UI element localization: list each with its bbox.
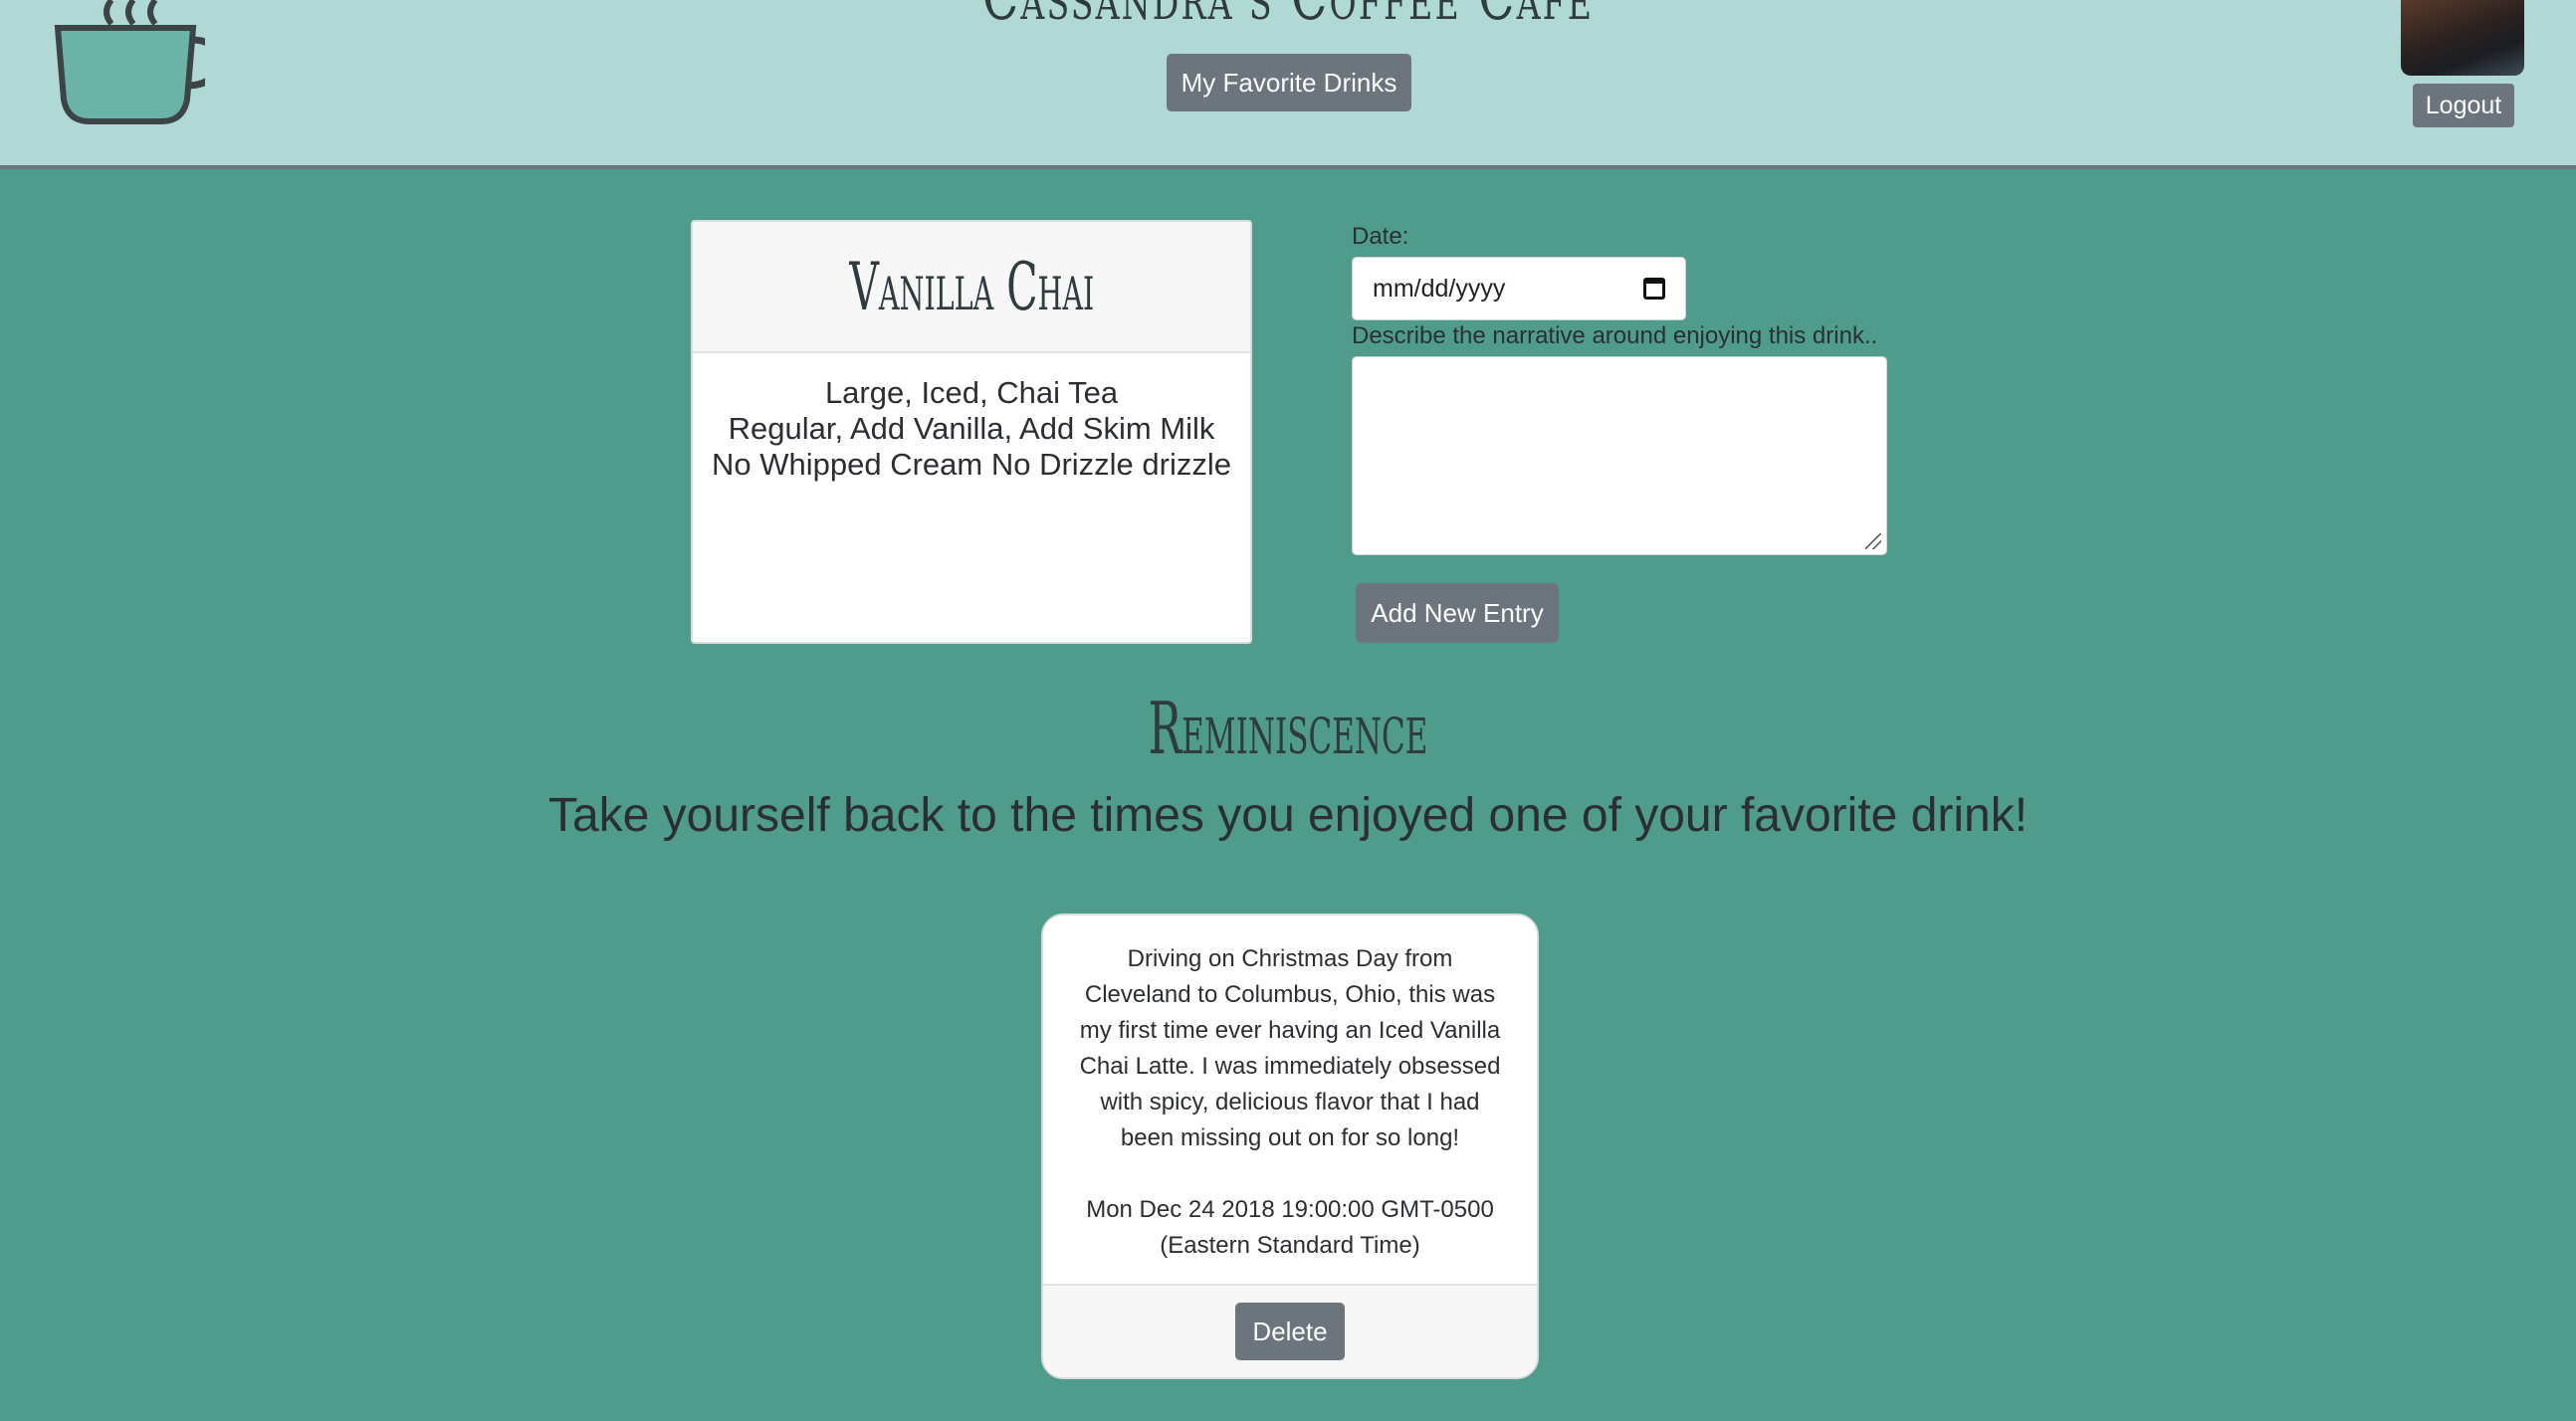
narrative-label: Describe the narrative around enjoying t… bbox=[1352, 322, 1878, 349]
calendar-icon[interactable] bbox=[1643, 278, 1665, 300]
narrative-textarea[interactable] bbox=[1352, 356, 1887, 555]
date-label: Date: bbox=[1352, 223, 1409, 250]
drink-name: Vanilla Chai bbox=[849, 248, 1094, 325]
coffee-cup-logo-icon[interactable] bbox=[46, 0, 205, 127]
drink-card-header: Vanilla Chai bbox=[693, 222, 1250, 353]
drink-detail-line: Regular, Add Vanilla, Add Skim Milk bbox=[728, 411, 1215, 446]
date-input[interactable]: mm/dd/yyyy bbox=[1352, 257, 1686, 320]
add-new-entry-button[interactable]: Add New Entry bbox=[1356, 583, 1559, 643]
site-title: Cassandra's Coffee Cafe bbox=[360, 0, 2215, 35]
drink-card: Vanilla Chai Large, Iced, Chai Tea Regul… bbox=[691, 220, 1252, 644]
drink-details: Large, Iced, Chai Tea Regular, Add Vanil… bbox=[693, 353, 1250, 483]
drink-detail-line: No Whipped Cream No Drizzle drizzle bbox=[712, 447, 1231, 482]
entry-text: Driving on Christmas Day from Cleveland … bbox=[1079, 945, 1501, 1151]
my-favorite-drinks-button[interactable]: My Favorite Drinks bbox=[1167, 54, 1411, 111]
user-avatar[interactable] bbox=[2401, 0, 2524, 76]
section-title: Reminiscence bbox=[1148, 687, 1428, 770]
entry-body: Driving on Christmas Day from Cleveland … bbox=[1043, 915, 1537, 1259]
memory-entry-card: Driving on Christmas Day from Cleveland … bbox=[1041, 914, 1539, 1379]
entry-footer: Delete bbox=[1043, 1284, 1537, 1377]
delete-entry-button[interactable]: Delete bbox=[1235, 1303, 1345, 1360]
entry-date: Mon Dec 24 2018 19:00:00 GMT-0500 (Easte… bbox=[1086, 1196, 1494, 1259]
logout-button[interactable]: Logout bbox=[2413, 84, 2514, 127]
date-input-value: mm/dd/yyyy bbox=[1373, 274, 1506, 303]
site-header: Cassandra's Coffee Cafe My Favorite Drin… bbox=[0, 0, 2576, 169]
section-subtitle: Take yourself back to the times you enjo… bbox=[547, 789, 2029, 842]
drink-detail-line: Large, Iced, Chai Tea bbox=[824, 375, 1119, 410]
resize-handle-icon[interactable] bbox=[1865, 533, 1881, 549]
